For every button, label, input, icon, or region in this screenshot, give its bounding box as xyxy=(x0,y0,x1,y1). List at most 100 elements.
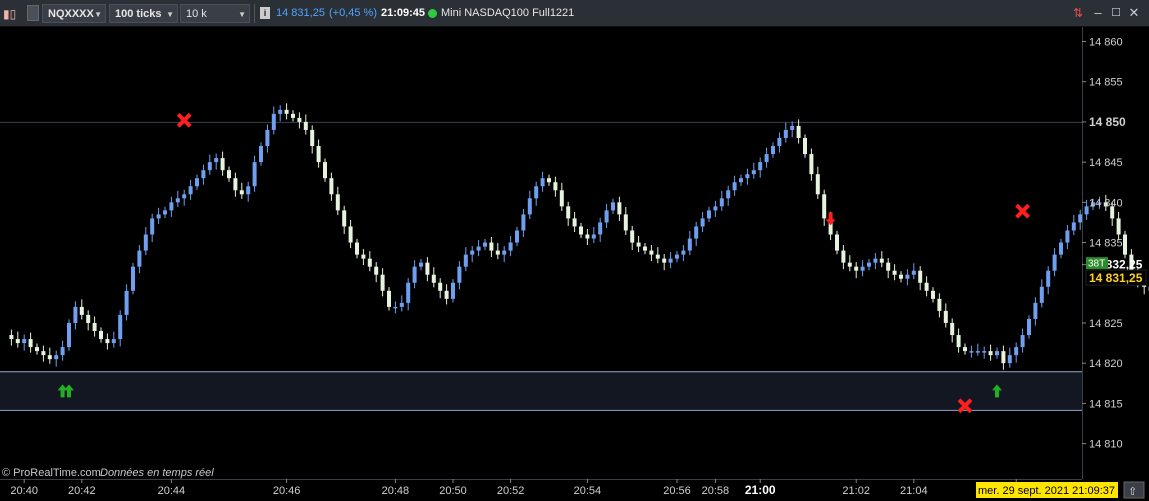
x-tick-label: 21:00 xyxy=(745,483,776,497)
symbol-selector[interactable]: NQXXXX ▼ xyxy=(42,4,106,23)
candle-body xyxy=(348,226,353,243)
candle-body xyxy=(572,218,577,227)
candle-body xyxy=(323,162,327,179)
y-tick-label: 14 810 xyxy=(1089,439,1123,451)
x-tick-label: 21:04 xyxy=(900,485,928,497)
current-price-label: 14 831,25 xyxy=(1089,271,1143,285)
candle-body xyxy=(393,306,398,309)
candle-body xyxy=(150,218,155,235)
candle-body xyxy=(835,234,839,251)
candle-body xyxy=(707,210,711,219)
candle-body xyxy=(623,214,628,231)
candle-body xyxy=(1046,270,1051,287)
candle-body xyxy=(918,270,923,283)
chevron-down-icon: ▼ xyxy=(166,10,174,19)
candle-body xyxy=(227,170,231,179)
candle-body xyxy=(611,202,615,211)
candle-body xyxy=(412,266,417,283)
candle-body xyxy=(316,146,321,163)
y-tick-label: 14 855 xyxy=(1089,77,1123,89)
minimize-icon[interactable]: – xyxy=(1091,5,1105,21)
toolbar: ▮▯ NQXXXX ▼ 100 ticks ▼ 10 k unités ▼ i … xyxy=(0,0,1149,39)
candle-body xyxy=(54,355,59,360)
candle-body xyxy=(515,230,519,243)
units-selector[interactable]: 10 k unités ▼ xyxy=(180,4,250,39)
candle-body xyxy=(1065,230,1070,243)
swap-icon[interactable]: ⇅ xyxy=(1071,5,1085,21)
candlestick-chart-icon[interactable]: ▮▯ xyxy=(3,5,16,24)
candle-body xyxy=(559,190,564,207)
candle-body xyxy=(867,262,871,267)
candle-body xyxy=(246,186,251,195)
candle-body xyxy=(1084,206,1089,215)
candle-body xyxy=(118,314,123,340)
candle-body xyxy=(815,174,820,195)
candle-body xyxy=(873,258,878,263)
chart-background xyxy=(0,27,1149,501)
candle-body xyxy=(886,262,891,271)
candle-body xyxy=(131,266,135,291)
candle-body xyxy=(1059,242,1063,255)
candle-body xyxy=(182,194,187,199)
candle-body xyxy=(892,270,897,275)
y-tick-label: 14 820 xyxy=(1089,358,1123,370)
candle-body xyxy=(201,170,206,179)
candle-body xyxy=(361,254,366,259)
credit-text: © ProRealTime.com xyxy=(2,467,101,479)
candle-body xyxy=(111,339,116,344)
candle-body xyxy=(854,266,859,271)
candle-body xyxy=(527,198,532,215)
candle-body xyxy=(809,154,814,175)
candle-body xyxy=(284,109,289,114)
candle-body xyxy=(271,113,276,130)
price-chart[interactable]: 14 860 14 855 14 850 14 845 14 840 14 835 14 8… xyxy=(0,27,1149,501)
candle-body xyxy=(60,347,65,356)
candle-body xyxy=(73,306,78,323)
candle-body xyxy=(822,194,827,219)
candle-body xyxy=(374,266,379,275)
candle-body xyxy=(22,339,27,344)
candle-body xyxy=(195,178,199,187)
candle-body xyxy=(367,258,372,267)
realtime-text: Données en temps réel xyxy=(100,467,214,479)
toolbar-divider xyxy=(254,4,255,23)
candle-body xyxy=(9,335,14,340)
candle-body xyxy=(67,322,71,348)
candle-body xyxy=(41,351,46,356)
x-tick-label: 20:48 xyxy=(382,485,410,497)
instrument-list-icon[interactable] xyxy=(27,5,39,21)
candle-body xyxy=(956,335,961,348)
candle-body xyxy=(259,146,263,163)
price-change: (+0,45 %) xyxy=(329,7,377,19)
chevron-down-icon: ▼ xyxy=(94,10,102,19)
candle-body xyxy=(47,355,52,360)
candle-body xyxy=(387,290,391,307)
candle-body xyxy=(547,178,551,183)
info-icon[interactable]: i xyxy=(260,7,270,19)
y-tick-label: 14 835 xyxy=(1089,238,1123,250)
candle-body xyxy=(1020,335,1025,348)
candle-body xyxy=(303,121,308,130)
candle-body xyxy=(137,250,142,267)
candle-body xyxy=(143,234,148,251)
candle-body xyxy=(649,250,654,255)
candle-body xyxy=(406,282,411,303)
candle-body xyxy=(841,250,846,263)
scroll-up-icon: ⇧ xyxy=(1128,485,1137,498)
maximize-icon[interactable]: ☐ xyxy=(1109,5,1123,21)
candle-body xyxy=(598,222,603,235)
y-tick-label: 14 840 xyxy=(1089,197,1123,209)
candle-body xyxy=(681,250,686,255)
candle-body xyxy=(233,178,238,191)
candle-body xyxy=(899,274,903,279)
candle-body xyxy=(35,347,39,352)
candle-body xyxy=(988,351,993,356)
x-tick-label: 20:58 xyxy=(702,485,730,497)
candle-body xyxy=(803,137,807,155)
candle-body xyxy=(355,242,359,255)
candle-body xyxy=(604,210,609,223)
candle-body xyxy=(879,258,884,263)
candle-body xyxy=(745,174,750,179)
close-icon[interactable]: ✕ xyxy=(1127,5,1141,21)
interval-selector[interactable]: 100 ticks ▼ xyxy=(109,4,178,23)
